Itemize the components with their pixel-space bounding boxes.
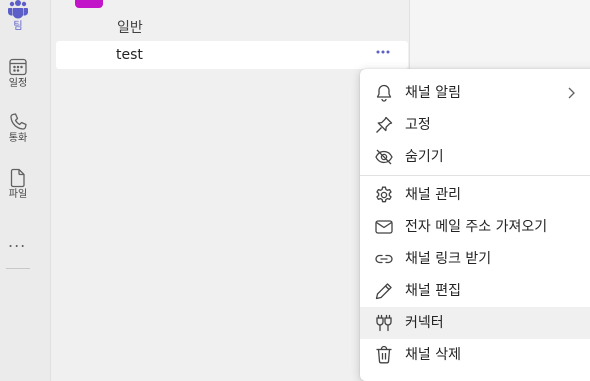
channel-label: test [116,47,143,63]
menu-separator [360,175,590,176]
menu-item-label: 숨기기 [405,149,444,165]
menu-item-get-email-address[interactable]: 전자 메일 주소 가져오기 [360,211,590,243]
channel-item-general[interactable]: 일반 [117,17,143,37]
rail-divider [6,268,30,269]
team-avatar[interactable] [75,0,103,8]
menu-item-label: 채널 관리 [405,187,461,203]
link-icon [374,249,394,269]
channel-item-test[interactable]: test [56,41,408,69]
channel-context-menu: 채널 알림 고정 숨기기 채널 관리 전자 메일 주소 가져오기 채널 링크 받… [360,69,590,381]
rail-item-calls[interactable]: 통화 [0,112,36,145]
rail-item-calendar[interactable]: 일정 [0,57,36,90]
pin-icon [374,115,394,135]
connector-icon [374,313,394,333]
menu-item-manage-channel[interactable]: 채널 관리 [360,179,590,211]
menu-item-label: 채널 링크 받기 [405,251,492,267]
bell-icon [374,83,394,103]
more-apps-button[interactable]: ... [8,232,26,251]
phone-icon [8,112,28,132]
rail-label: 통화 [8,133,28,144]
app-rail: 팀 일정 통화 파일 ... [0,0,51,381]
menu-item-label: 채널 삭제 [405,347,461,363]
gear-icon [374,185,394,205]
trash-icon [374,345,394,365]
rail-label: 일정 [8,78,28,89]
menu-item-label: 채널 알림 [405,85,461,101]
rail-label: 팀 [13,21,23,32]
menu-item-get-channel-link[interactable]: 채널 링크 받기 [360,243,590,275]
menu-item-label: 고정 [405,117,431,133]
calendar-icon [8,57,28,77]
menu-item-delete-channel[interactable]: 채널 삭제 [360,339,590,371]
mail-icon [374,217,394,237]
menu-item-label: 커넥터 [405,315,444,331]
eye-off-icon [374,147,394,167]
more-options-button[interactable] [375,44,391,64]
chevron-right-icon [566,85,578,101]
menu-item-label: 전자 메일 주소 가져오기 [405,219,548,235]
more-horizontal-icon [376,50,390,54]
menu-item-connectors[interactable]: 커넥터 [360,307,590,339]
menu-item-hide[interactable]: 숨기기 [360,141,590,173]
teams-icon [7,0,29,20]
file-icon [8,168,28,188]
menu-item-label: 채널 편집 [405,283,461,299]
channel-list-pane: 일반 test [51,0,410,381]
rail-item-files[interactable]: 파일 [0,168,36,201]
rail-label: 파일 [8,189,28,200]
rail-item-teams[interactable]: 팀 [0,0,36,33]
menu-item-channel-notifications[interactable]: 채널 알림 [360,77,590,109]
menu-item-pin[interactable]: 고정 [360,109,590,141]
pencil-icon [374,281,394,301]
menu-item-edit-channel[interactable]: 채널 편집 [360,275,590,307]
